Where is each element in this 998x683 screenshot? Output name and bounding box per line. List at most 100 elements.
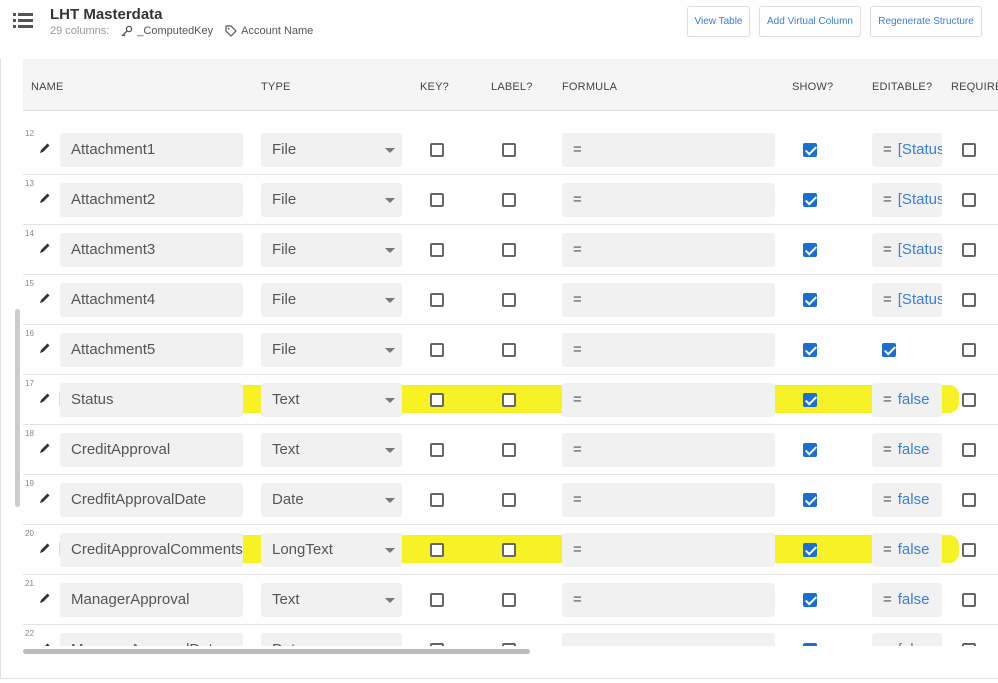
key-checkbox[interactable] [430,143,444,157]
pencil-icon[interactable] [39,542,51,554]
key-checkbox[interactable] [430,543,444,557]
label-checkbox[interactable] [502,243,516,257]
editable-formula-field[interactable]: = false [872,433,942,467]
label-checkbox[interactable] [502,293,516,307]
column-type-select[interactable]: File [261,133,402,167]
label-checkbox[interactable] [502,643,516,646]
require-checkbox[interactable] [962,343,976,357]
pencil-icon[interactable] [39,642,51,646]
show-checkbox[interactable] [803,643,817,646]
formula-field[interactable]: = [562,483,775,517]
show-checkbox[interactable] [803,443,817,457]
formula-field[interactable]: = [562,283,775,317]
require-checkbox[interactable] [962,643,976,646]
require-checkbox[interactable] [962,293,976,307]
show-checkbox[interactable] [803,143,817,157]
editable-formula-field[interactable]: = [Status [872,133,942,167]
pencil-icon[interactable] [39,592,51,604]
require-checkbox[interactable] [962,543,976,557]
require-checkbox[interactable] [962,243,976,257]
label-checkbox[interactable] [502,593,516,607]
require-checkbox[interactable] [962,593,976,607]
key-checkbox[interactable] [430,343,444,357]
column-name-field[interactable]: Attachment4 [60,283,243,317]
show-checkbox[interactable] [803,293,817,307]
require-checkbox[interactable] [962,393,976,407]
editable-formula-field[interactable]: = false [872,383,942,417]
column-type-select[interactable]: Text [261,383,402,417]
key-checkbox[interactable] [430,593,444,607]
add-virtual-column-button[interactable]: Add Virtual Column [759,6,861,37]
column-type-select[interactable]: Text [261,583,402,617]
label-checkbox[interactable] [502,143,516,157]
column-type-select[interactable]: File [261,283,402,317]
column-name-field[interactable]: Attachment5 [60,333,243,367]
label-checkbox[interactable] [502,543,516,557]
column-name-field[interactable]: Attachment3 [60,233,243,267]
formula-field[interactable]: = [562,633,775,646]
editable-checkbox[interactable] [882,343,896,357]
pencil-icon[interactable] [39,142,51,154]
editable-formula-field[interactable]: = [Status [872,233,942,267]
editable-formula-field[interactable]: = [Status [872,183,942,217]
formula-field[interactable]: = [562,533,775,567]
list-menu-icon[interactable] [13,11,33,29]
column-type-select[interactable]: File [261,183,402,217]
column-type-select[interactable]: File [261,233,402,267]
pencil-icon[interactable] [39,342,51,354]
key-checkbox[interactable] [430,243,444,257]
column-name-field[interactable]: ManagerApprovalDate [60,633,243,646]
column-name-field[interactable]: Status [60,383,243,417]
show-checkbox[interactable] [803,243,817,257]
require-checkbox[interactable] [962,493,976,507]
show-checkbox[interactable] [803,193,817,207]
key-checkbox[interactable] [430,443,444,457]
require-checkbox[interactable] [962,193,976,207]
formula-field[interactable]: = [562,233,775,267]
column-name-field[interactable]: CreditApproval [60,433,243,467]
horizontal-scrollbar[interactable] [23,649,530,654]
editable-formula-field[interactable]: = false [872,583,942,617]
key-checkbox[interactable] [430,193,444,207]
column-name-field[interactable]: ManagerApproval [60,583,243,617]
pencil-icon[interactable] [39,392,51,404]
column-type-select[interactable]: LongText [261,533,402,567]
pencil-icon[interactable] [39,442,51,454]
column-type-select[interactable]: Date [261,483,402,517]
column-name-field[interactable]: CreditApprovalComments [60,533,243,567]
label-checkbox[interactable] [502,343,516,357]
pencil-icon[interactable] [39,492,51,504]
editable-formula-field[interactable]: = false [872,533,942,567]
formula-field[interactable]: = [562,433,775,467]
pencil-icon[interactable] [39,192,51,204]
editable-formula-field[interactable]: = [Status [872,283,942,317]
show-checkbox[interactable] [803,543,817,557]
column-name-field[interactable]: CredfitApprovalDate [60,483,243,517]
column-type-select[interactable]: File [261,333,402,367]
label-checkbox[interactable] [502,393,516,407]
editable-formula-field[interactable]: = false [872,483,942,517]
key-checkbox[interactable] [430,643,444,646]
regenerate-structure-button[interactable]: Regenerate Structure [870,6,982,37]
pencil-icon[interactable] [39,292,51,304]
column-name-field[interactable]: Attachment1 [60,133,243,167]
formula-field[interactable]: = [562,333,775,367]
pencil-icon[interactable] [39,242,51,254]
require-checkbox[interactable] [962,443,976,457]
show-checkbox[interactable] [803,393,817,407]
key-checkbox[interactable] [430,293,444,307]
key-checkbox[interactable] [430,493,444,507]
show-checkbox[interactable] [803,343,817,357]
label-checkbox[interactable] [502,493,516,507]
label-checkbox[interactable] [502,443,516,457]
formula-field[interactable]: = [562,583,775,617]
require-checkbox[interactable] [962,143,976,157]
vertical-scrollbar[interactable] [15,309,20,507]
key-checkbox[interactable] [430,393,444,407]
editable-formula-field[interactable]: = false [872,633,942,646]
view-table-button[interactable]: View Table [687,6,750,37]
label-checkbox[interactable] [502,193,516,207]
formula-field[interactable]: = [562,133,775,167]
column-name-field[interactable]: Attachment2 [60,183,243,217]
column-type-select[interactable]: Date [261,633,402,646]
